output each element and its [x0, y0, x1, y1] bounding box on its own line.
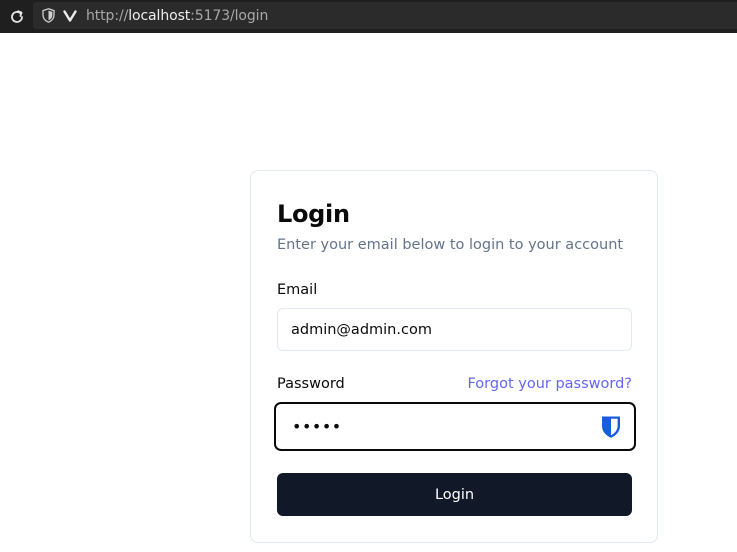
url-scheme: http://: [86, 7, 129, 24]
vivaldi-logo-icon[interactable]: [63, 9, 77, 23]
login-subtitle: Enter your email below to login to your …: [277, 237, 624, 253]
forgot-password-link[interactable]: Forgot your password?: [467, 376, 632, 392]
login-button[interactable]: Login: [277, 473, 632, 516]
email-value: admin@admin.com: [291, 321, 432, 338]
reload-icon[interactable]: [5, 5, 29, 29]
password-field[interactable]: •••••: [274, 402, 636, 451]
password-value: •••••: [292, 417, 342, 436]
browser-toolbar: http://localhost:5173/login: [0, 0, 737, 33]
bitwarden-shield-icon[interactable]: [600, 415, 622, 439]
login-card: Login Enter your email below to login to…: [250, 170, 658, 543]
address-bar[interactable]: http://localhost:5173/login: [33, 2, 737, 29]
email-field[interactable]: admin@admin.com: [277, 308, 632, 351]
url-host: localhost: [128, 7, 191, 24]
page-title: Login: [277, 200, 350, 228]
shield-icon[interactable]: [42, 8, 56, 24]
password-label: Password: [277, 376, 345, 392]
address-url[interactable]: http://localhost:5173/login: [86, 8, 268, 24]
url-path: :5173/login: [190, 7, 269, 24]
email-label: Email: [277, 282, 318, 298]
